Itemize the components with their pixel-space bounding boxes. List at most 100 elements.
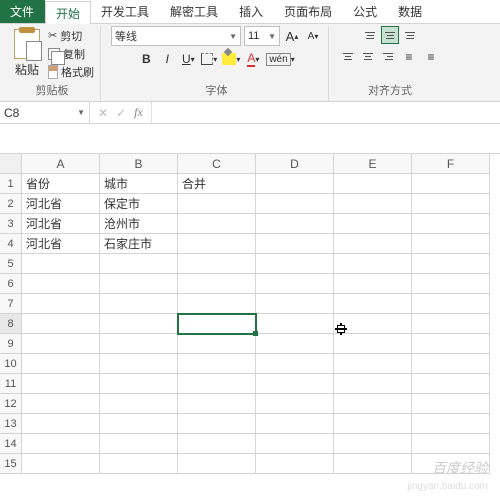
cell-C9[interactable]: [178, 334, 256, 354]
row-header-3[interactable]: 3: [0, 214, 22, 234]
cell-B11[interactable]: [100, 374, 178, 394]
row-header-15[interactable]: 15: [0, 454, 22, 474]
name-box[interactable]: C8▼: [0, 102, 90, 123]
cell-A6[interactable]: [22, 274, 100, 294]
row-header-12[interactable]: 12: [0, 394, 22, 414]
cell-A5[interactable]: [22, 254, 100, 274]
cell-C13[interactable]: [178, 414, 256, 434]
copy-button[interactable]: 复制: [48, 46, 94, 62]
cell-C1[interactable]: 合并: [178, 174, 256, 194]
cell-C15[interactable]: [178, 454, 256, 474]
align-right-button[interactable]: [379, 47, 397, 65]
cell-C5[interactable]: [178, 254, 256, 274]
cell-C14[interactable]: [178, 434, 256, 454]
cell-C3[interactable]: [178, 214, 256, 234]
cell-E6[interactable]: [334, 274, 412, 294]
cell-A8[interactable]: [22, 314, 100, 334]
cell-D7[interactable]: [256, 294, 334, 314]
border-button[interactable]: ▾: [200, 49, 218, 69]
cell-F7[interactable]: [412, 294, 490, 314]
cell-A2[interactable]: 河北省: [22, 194, 100, 214]
tab-home[interactable]: 开始: [45, 1, 91, 24]
cell-D15[interactable]: [256, 454, 334, 474]
cell-C2[interactable]: [178, 194, 256, 214]
tab-data[interactable]: 数据: [388, 0, 433, 23]
tab-dev[interactable]: 开发工具: [91, 0, 160, 23]
cell-B2[interactable]: 保定市: [100, 194, 178, 214]
row-header-11[interactable]: 11: [0, 374, 22, 394]
cell-A12[interactable]: [22, 394, 100, 414]
cell-E9[interactable]: [334, 334, 412, 354]
cell-E8[interactable]: [334, 314, 412, 334]
font-color-button[interactable]: A▾: [244, 49, 262, 69]
cell-C10[interactable]: [178, 354, 256, 374]
cell-A4[interactable]: 河北省: [22, 234, 100, 254]
cell-D4[interactable]: [256, 234, 334, 254]
enter-icon[interactable]: ✓: [116, 106, 126, 120]
tab-decrypt[interactable]: 解密工具: [160, 0, 229, 23]
cell-B5[interactable]: [100, 254, 178, 274]
cell-D1[interactable]: [256, 174, 334, 194]
decrease-indent-button[interactable]: ≡: [399, 47, 419, 67]
cell-E10[interactable]: [334, 354, 412, 374]
col-header-F[interactable]: F: [412, 154, 490, 174]
cell-E7[interactable]: [334, 294, 412, 314]
phonetic-button[interactable]: wén▾: [265, 49, 295, 69]
cell-D6[interactable]: [256, 274, 334, 294]
cell-D5[interactable]: [256, 254, 334, 274]
cell-E3[interactable]: [334, 214, 412, 234]
format-painter-button[interactable]: 格式刷: [48, 64, 94, 80]
tab-layout[interactable]: 页面布局: [274, 0, 343, 23]
cell-C7[interactable]: [178, 294, 256, 314]
cell-F3[interactable]: [412, 214, 490, 234]
cut-button[interactable]: ✂剪切: [48, 28, 94, 44]
cell-A7[interactable]: [22, 294, 100, 314]
cell-B3[interactable]: 沧州市: [100, 214, 178, 234]
tab-file[interactable]: 文件: [0, 0, 45, 23]
cell-F9[interactable]: [412, 334, 490, 354]
cell-A10[interactable]: [22, 354, 100, 374]
align-bottom-button[interactable]: [401, 26, 419, 44]
cell-B7[interactable]: [100, 294, 178, 314]
cell-C11[interactable]: [178, 374, 256, 394]
cell-D9[interactable]: [256, 334, 334, 354]
spreadsheet-grid[interactable]: ABCDEF1省份城市合并2河北省保定市3河北省沧州市4河北省石家庄市56789…: [0, 154, 500, 474]
col-header-D[interactable]: D: [256, 154, 334, 174]
cell-E15[interactable]: [334, 454, 412, 474]
fx-icon[interactable]: fx: [134, 105, 143, 120]
cell-E12[interactable]: [334, 394, 412, 414]
cell-F10[interactable]: [412, 354, 490, 374]
tab-formulas[interactable]: 公式: [343, 0, 388, 23]
cell-F6[interactable]: [412, 274, 490, 294]
cell-E5[interactable]: [334, 254, 412, 274]
cell-B1[interactable]: 城市: [100, 174, 178, 194]
cell-C8[interactable]: [178, 314, 256, 334]
paste-button[interactable]: 粘贴: [10, 27, 44, 80]
row-header-2[interactable]: 2: [0, 194, 22, 214]
font-name-select[interactable]: 等线▼: [111, 26, 241, 46]
grow-font-button[interactable]: A▴: [283, 26, 301, 46]
cell-A14[interactable]: [22, 434, 100, 454]
align-center-button[interactable]: [359, 47, 377, 65]
cell-A11[interactable]: [22, 374, 100, 394]
cell-B6[interactable]: [100, 274, 178, 294]
cell-A1[interactable]: 省份: [22, 174, 100, 194]
cell-D14[interactable]: [256, 434, 334, 454]
cell-F1[interactable]: [412, 174, 490, 194]
align-middle-button[interactable]: [381, 26, 399, 44]
cell-D2[interactable]: [256, 194, 334, 214]
align-top-button[interactable]: [361, 26, 379, 44]
col-header-A[interactable]: A: [22, 154, 100, 174]
cell-D12[interactable]: [256, 394, 334, 414]
cell-E11[interactable]: [334, 374, 412, 394]
cell-E2[interactable]: [334, 194, 412, 214]
cell-F8[interactable]: [412, 314, 490, 334]
bold-button[interactable]: B: [137, 49, 155, 69]
select-all-corner[interactable]: [0, 154, 22, 174]
cell-B10[interactable]: [100, 354, 178, 374]
cell-F11[interactable]: [412, 374, 490, 394]
cell-E4[interactable]: [334, 234, 412, 254]
cell-F2[interactable]: [412, 194, 490, 214]
cell-B13[interactable]: [100, 414, 178, 434]
cell-E13[interactable]: [334, 414, 412, 434]
